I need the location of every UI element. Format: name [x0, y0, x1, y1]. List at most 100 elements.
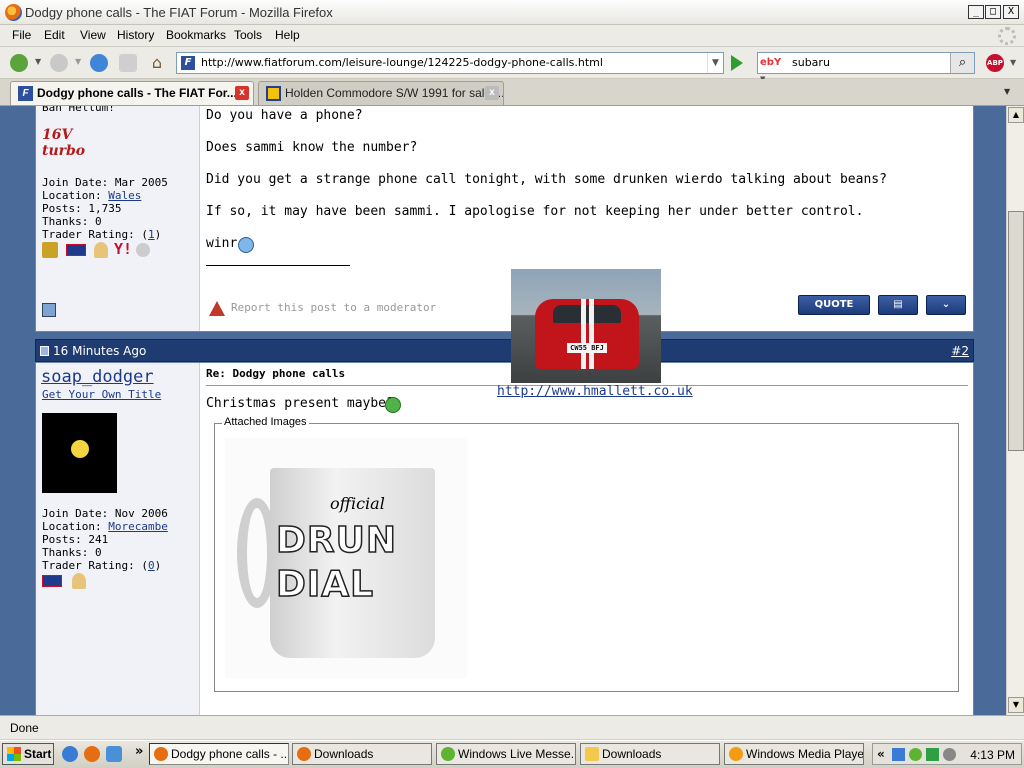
page-content: Ban Hellum! 16V turbo Join Date: Mar 200…: [0, 106, 1006, 715]
taskbar-downloads-folder[interactable]: Downloads: [580, 743, 720, 765]
scroll-down-arrow-icon[interactable]: ▼: [1008, 697, 1024, 713]
post-2-user-info: soap_dodger Get Your Own Title Join Date…: [36, 363, 200, 715]
taskbar-windows-media-player[interactable]: Windows Media Player: [724, 743, 864, 765]
stop-icon[interactable]: [119, 54, 137, 72]
tab-label: Holden Commodore S/W 1991 for sale ...: [285, 86, 504, 100]
messenger-tray-icon[interactable]: [909, 748, 922, 761]
tab-list-dropdown-icon[interactable]: ▼: [1004, 87, 1010, 96]
signature-car-image[interactable]: CW55 BFJ: [511, 269, 661, 383]
home-icon[interactable]: ⌂: [148, 54, 166, 72]
menu-view[interactable]: View: [80, 28, 106, 42]
signature-divider: [206, 265, 350, 266]
tab-fiat-forum[interactable]: F Dodgy phone calls - The FIAT For... x: [10, 81, 254, 105]
yahoo-icon[interactable]: Y!: [114, 240, 132, 258]
car-stripe: [589, 299, 594, 369]
maximize-button[interactable]: □: [985, 5, 1001, 19]
firefox-icon: [5, 4, 22, 21]
scrollbar-thumb[interactable]: [1008, 211, 1024, 451]
user-title: Get Your Own Title: [42, 388, 162, 401]
search-engine-icon[interactable]: ebY ▼: [760, 55, 786, 83]
skype-icon[interactable]: [136, 243, 150, 257]
url-text[interactable]: http://www.fiatforum.com/leisure-lounge/…: [201, 56, 603, 69]
url-bar[interactable]: F http://www.fiatforum.com/leisure-loung…: [176, 52, 724, 74]
reload-icon[interactable]: [90, 54, 108, 72]
minimize-button[interactable]: _: [968, 5, 984, 19]
search-icon[interactable]: ⌕: [950, 53, 974, 73]
volume-tray-icon[interactable]: [943, 748, 956, 761]
user-avatar: [42, 413, 117, 493]
thanks-count: Thanks: 0: [42, 215, 102, 228]
outlook-quicklaunch-icon[interactable]: [106, 746, 122, 762]
taskbar-firefox-window[interactable]: Dodgy phone calls - ...: [149, 743, 289, 765]
vertical-scrollbar[interactable]: ▲ ▼: [1006, 106, 1024, 715]
multi-quote-button[interactable]: ▤: [878, 295, 918, 315]
avatar-face-icon: [71, 440, 89, 458]
quicklaunch-more-icon[interactable]: »: [135, 744, 143, 759]
trader-rating-link[interactable]: 1: [148, 228, 155, 241]
search-box[interactable]: ebY ▼ subaru ⌕: [757, 52, 975, 83]
go-icon[interactable]: [731, 55, 743, 71]
status-bar: Done: [0, 715, 1024, 739]
taskbar-downloads-firefox[interactable]: Downloads: [292, 743, 432, 765]
search-input[interactable]: subaru: [792, 56, 830, 69]
user-avatar-small-icon: [94, 242, 108, 258]
forward-history-dropdown-icon[interactable]: ▼: [75, 57, 81, 66]
location-link[interactable]: Wales: [108, 189, 141, 202]
join-date: Join Date: Mar 2005: [42, 176, 168, 189]
forward-arrow-icon[interactable]: [50, 54, 68, 72]
menu-tools[interactable]: Tools: [234, 28, 262, 42]
location: Location: Wales: [42, 189, 142, 202]
window-title: Dodgy phone calls - The FIAT Forum - Moz…: [25, 5, 333, 20]
post-status-icon: [40, 346, 49, 356]
menu-bookmarks[interactable]: Bookmarks: [166, 28, 226, 42]
message-line: Do you have a phone?: [206, 108, 363, 123]
username-link[interactable]: soap_dodger: [41, 367, 154, 387]
status-text: Done: [10, 721, 39, 735]
post-time: 16 Minutes Ago: [53, 344, 147, 358]
network-tray-icon[interactable]: [892, 748, 905, 761]
ie-quicklaunch-icon[interactable]: [62, 746, 78, 762]
back-arrow-icon[interactable]: [10, 54, 28, 72]
warning-icon[interactable]: [209, 301, 225, 316]
menu-edit[interactable]: Edit: [44, 28, 65, 42]
close-tab-icon[interactable]: x: [485, 86, 499, 100]
post-2-header: 16 Minutes Ago #2: [35, 339, 974, 362]
mug-text-official: official: [330, 494, 385, 513]
close-tab-icon[interactable]: x: [235, 86, 249, 100]
post-subject: Re: Dodgy phone calls: [206, 367, 346, 380]
url-dropdown-icon[interactable]: ▼: [707, 53, 723, 73]
location-link[interactable]: Morecambe: [108, 520, 168, 533]
clock: 4:13 PM: [970, 748, 1015, 762]
mug-image[interactable]: official DRUN DIAL: [225, 438, 467, 678]
mug-text-drunk: DRUN: [276, 520, 397, 561]
messenger-icon: [441, 747, 455, 761]
adblock-icon[interactable]: ABP: [986, 54, 1004, 72]
report-post-link[interactable]: Report this post to a moderator: [231, 301, 436, 314]
menu-file[interactable]: File: [12, 28, 31, 42]
car-windscreen: [553, 305, 621, 323]
scroll-up-arrow-icon[interactable]: ▲: [1008, 107, 1024, 123]
menu-help[interactable]: Help: [275, 28, 300, 42]
start-button[interactable]: Start: [2, 743, 54, 765]
trader-rating-link[interactable]: 0: [148, 559, 155, 572]
post-number-link[interactable]: #2: [951, 344, 969, 358]
mug-body: official DRUN DIAL: [270, 468, 435, 658]
user-avatar-small-icon: [72, 573, 86, 589]
system-tray: « 4:13 PM: [872, 743, 1022, 765]
menu-history[interactable]: History: [117, 28, 154, 42]
tab-holden-commodore[interactable]: Holden Commodore S/W 1991 for sale ... x: [258, 81, 504, 105]
back-history-dropdown-icon[interactable]: ▼: [35, 57, 41, 66]
adblock-dropdown-icon[interactable]: ▼: [1010, 58, 1016, 67]
signature-website-link[interactable]: http://www.hmallett.co.uk: [497, 384, 693, 399]
antivirus-tray-icon[interactable]: [926, 748, 939, 761]
tray-expand-icon[interactable]: «: [877, 747, 885, 761]
user-title: Ban Hellum!: [42, 106, 115, 114]
taskbar-windows-live-messenger[interactable]: Windows Live Messe...: [436, 743, 576, 765]
close-window-button[interactable]: X: [1003, 5, 1019, 19]
quote-button[interactable]: QUOTE: [798, 295, 870, 315]
media-player-icon: [729, 747, 743, 761]
firefox-quicklaunch-icon[interactable]: [84, 746, 100, 762]
firefox-icon: [154, 747, 168, 761]
post-menu-button[interactable]: ⌄: [926, 295, 966, 315]
post-2: soap_dodger Get Your Own Title Join Date…: [35, 362, 974, 715]
